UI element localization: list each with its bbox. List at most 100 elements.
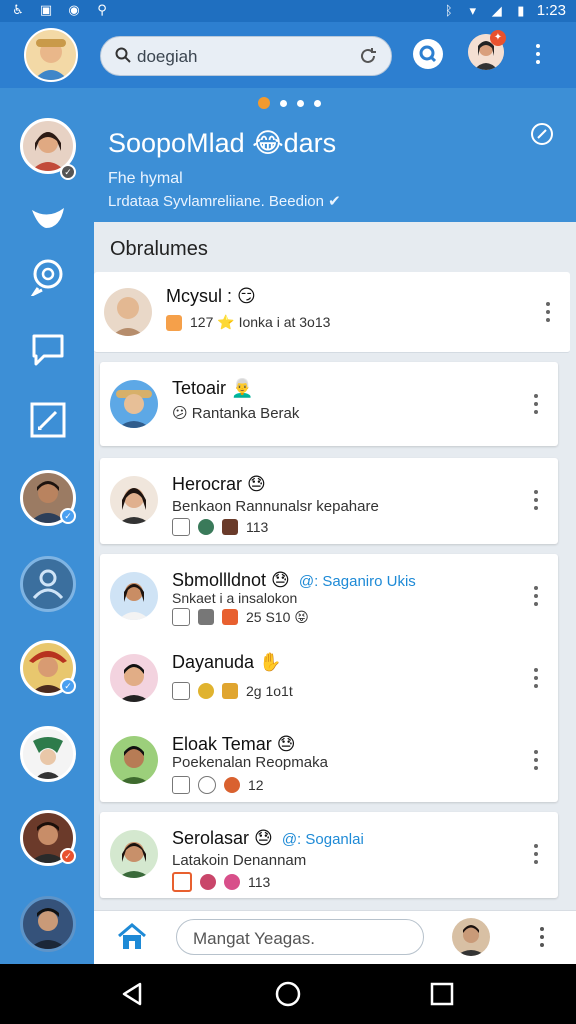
- conversation-preview: Benkaon Rannunalsr kepahare: [172, 498, 379, 515]
- wifi-icon: ▾: [469, 2, 477, 18]
- disc-icon: ◉: [68, 2, 80, 17]
- profile-avatar[interactable]: ✦: [468, 30, 506, 70]
- mention-text[interactable]: @: Soganlai: [282, 831, 364, 848]
- image-icon: [172, 518, 190, 536]
- contact-name: Sbmollldnot 😓 @: Saganiro Ukis: [172, 570, 416, 590]
- meta-count: 25 S10 😝: [246, 608, 309, 625]
- badge-icon: ✓: [60, 848, 76, 864]
- conversation-card-group[interactable]: Sbmollldnot 😓 @: Saganiro Ukis Snkaet i …: [100, 554, 558, 802]
- image-icon: [172, 682, 190, 700]
- conversation-card[interactable]: Tetoair 👨‍🦳 😕 Rantanka Berak: [100, 362, 558, 446]
- edit-note-icon[interactable]: [28, 400, 68, 440]
- conversation-meta: 127 ⭐ Ionka i at 3o13: [166, 314, 330, 331]
- conversation-row[interactable]: Eloak Temar 😓 Poekenalan Reopmaka 12: [100, 720, 558, 800]
- tag-icon: [198, 609, 214, 625]
- signal-icon: ◢: [491, 2, 502, 18]
- page-dot[interactable]: [297, 99, 304, 107]
- row-menu-button[interactable]: [534, 490, 538, 510]
- conversation-meta: 12: [172, 776, 264, 794]
- channel-subtitle: Fhe hymal: [108, 170, 183, 187]
- mention-text[interactable]: @: Saganiro Ukis: [299, 573, 416, 590]
- sticker-icon: [224, 777, 240, 793]
- conversation-meta: 113: [172, 518, 268, 536]
- contact-name: Serolasar 😓 @: Soganlai: [172, 828, 364, 848]
- row-menu-button[interactable]: [534, 394, 538, 414]
- row-menu-button[interactable]: [534, 750, 538, 770]
- star-icon: [222, 683, 238, 699]
- back-icon[interactable]: [118, 980, 146, 1008]
- channel-header: SoopoMlad 😂dars Fhe hymal Lrdataa Syvlam…: [94, 110, 576, 222]
- contact-avatar: [110, 736, 158, 784]
- conversation-preview: Snkaet i a insalokon: [172, 590, 298, 606]
- conversation-card[interactable]: Mcysul : 😏 127 ⭐ Ionka i at 3o13: [94, 272, 570, 353]
- conversation-meta: 2g 1o1t: [172, 682, 293, 700]
- conversation-card[interactable]: Herocrar 😓 Benkaon Rannunalsr kepahare 1…: [100, 458, 558, 544]
- conversation-panel: Obralumes Mcysul : 😏 127 ⭐ Ionka i at 3o…: [94, 222, 576, 910]
- row-menu-button[interactable]: [534, 586, 538, 606]
- my-avatar[interactable]: [24, 28, 78, 82]
- app-bar: doegiah ✦: [0, 22, 576, 88]
- row-menu-button[interactable]: [546, 302, 550, 322]
- sidebar-avatar-placeholder[interactable]: [20, 556, 76, 612]
- overflow-menu-button[interactable]: [536, 44, 540, 64]
- meta-count: 2g 1o1t: [246, 683, 293, 699]
- contact-name: Eloak Temar 😓: [172, 734, 296, 754]
- page-indicator: [258, 97, 321, 109]
- panel-title: Obralumes: [110, 238, 208, 260]
- meta-count: 12: [248, 777, 264, 793]
- message-input[interactable]: Mangat Yeagas.: [176, 919, 424, 955]
- sidebar-avatar-4[interactable]: [20, 726, 76, 782]
- conversation-row[interactable]: Serolasar 😓 @: Soganlai Latakoin Denanna…: [100, 814, 558, 894]
- sticker-icon: [222, 519, 238, 535]
- verified-icon: ✓: [60, 508, 76, 524]
- conversation-preview: Latakoin Denannam: [172, 852, 307, 869]
- conversation-card[interactable]: Serolasar 😓 @: Soganlai Latakoin Denanna…: [100, 812, 558, 898]
- conversation-row[interactable]: Dayanuda ✋ 2g 1o1t: [100, 638, 558, 718]
- conversation-row[interactable]: Mcysul : 😏 127 ⭐ Ionka i at 3o13: [94, 272, 570, 352]
- sticker-icon: [200, 874, 216, 890]
- conversation-meta-text: 127 ⭐ Ionka i at 3o13: [190, 314, 331, 330]
- contact-avatar: [110, 476, 158, 524]
- contact-avatar: [110, 572, 158, 620]
- conversation-row[interactable]: Herocrar 😓 Benkaon Rannunalsr kepahare 1…: [100, 460, 558, 540]
- status-icon: ✓: [60, 164, 76, 180]
- conversation-meta: 25 S10 😝: [172, 608, 309, 626]
- contact-name: Dayanuda ✋: [172, 652, 282, 672]
- user-icon: [32, 569, 64, 600]
- conversation-preview: 😕 Rantanka Berak: [172, 405, 300, 422]
- composer-menu-button[interactable]: [540, 927, 544, 947]
- sidebar: ✓ ✓ ✓ ✓: [0, 88, 94, 964]
- contact-name: Herocrar 😓: [172, 474, 266, 494]
- contact-name: Tetoair 👨‍🦳: [172, 378, 254, 398]
- contact-avatar: [110, 380, 158, 428]
- image-icon: [172, 608, 190, 626]
- status-bar: ♿ ▣ ◉ ⚲ ᛒ ▾ ◢ ▮ 1:23: [0, 0, 576, 22]
- meta-count: 113: [248, 874, 271, 890]
- image-icon: [172, 872, 192, 892]
- recents-icon[interactable]: [428, 980, 456, 1008]
- search-bar[interactable]: doegiah: [100, 36, 392, 76]
- usb-icon: ⚲: [97, 2, 107, 17]
- compass-icon[interactable]: [530, 122, 554, 146]
- contact-name: Mcysul : 😏: [166, 286, 256, 306]
- chat-icon[interactable]: [28, 328, 68, 368]
- page-dot-active[interactable]: [258, 97, 270, 109]
- home-nav-icon[interactable]: [274, 980, 302, 1008]
- image-icon: ▣: [39, 2, 53, 17]
- explore-icon[interactable]: [28, 256, 68, 296]
- refresh-icon[interactable]: [357, 45, 379, 67]
- contact-avatar: [110, 830, 158, 878]
- composer-avatar[interactable]: [452, 918, 490, 956]
- page-dot[interactable]: [314, 99, 321, 107]
- bird-icon[interactable]: [28, 198, 68, 238]
- row-menu-button[interactable]: [534, 844, 538, 864]
- conversation-row[interactable]: Tetoair 👨‍🦳 😕 Rantanka Berak: [100, 364, 558, 444]
- conversation-row[interactable]: Sbmollldnot 😓 @: Saganiro Ukis Snkaet i …: [100, 556, 558, 636]
- home-icon[interactable]: [116, 921, 148, 953]
- page-dot[interactable]: [280, 99, 287, 107]
- search-button-icon[interactable]: [412, 38, 444, 70]
- row-menu-button[interactable]: [534, 668, 538, 688]
- conversation-preview: Poekenalan Reopmaka: [172, 754, 328, 771]
- conversation-meta: 113: [172, 872, 270, 892]
- sidebar-avatar-6[interactable]: [20, 896, 76, 952]
